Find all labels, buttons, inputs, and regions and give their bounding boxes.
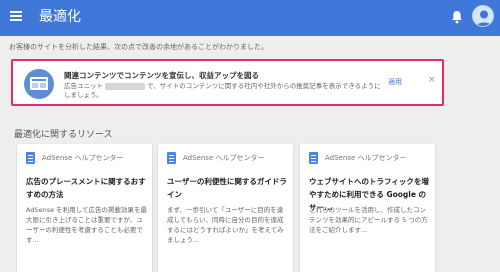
avatar-icon[interactable] [472,5,494,27]
opportunity-desc-before: 広告ユニット [64,82,103,90]
document-icon [309,152,318,164]
blurred-ad-unit-name [105,82,145,90]
resource-card[interactable]: AdSense ヘルプセンター ウェブサイトへのトラフィックを増やすために利用で… [300,144,435,272]
bell-icon[interactable] [451,10,463,24]
opportunity-card: 関連コンテンツでコンテンツを宣伝し、収益アップを図る 広告ユニット で、サイトのコ… [11,59,444,106]
card-title[interactable]: 広告のプレースメントに関するおすすめの方法 [26,175,148,201]
card-source: AdSense ヘルプセンター [325,154,407,162]
opportunity-title: 関連コンテンツでコンテンツを宣伝し、収益アップを図る [64,71,259,80]
opportunity-description: 広告ユニット で、サイトのコンテンツに関する社内や社外からの推奨記事を表示できるよ… [64,82,386,100]
card-description: まず、一歩引いて「ユーザーに目的を達成してもらい、同時に自分の目的を達成するには… [167,206,284,244]
resource-card[interactable]: AdSense ヘルプセンター ユーザーの利便性に関するガイドライン まず、一歩… [158,144,293,272]
card-source: AdSense ヘルプセンター [183,154,265,162]
resource-card[interactable]: AdSense ヘルプセンター 広告のプレースメントに関するおすすめの方法 Ad… [17,144,152,272]
resources-section-title: 最適化に関するリソース [14,130,113,140]
intro-text: お客様のサイトを分析した結果、次の点で改善の余地があることがわかりました。 [9,43,268,51]
page-title: 最適化 [39,9,81,25]
card-title[interactable]: ユーザーの利便性に関するガイドライン [167,175,289,201]
menu-icon[interactable] [10,11,22,23]
card-source: AdSense ヘルプセンター [42,154,124,162]
card-description: これらのツールを活用し、作成したコンテンツを効果的にアピールする 5 つの方法を… [309,206,428,234]
app-bar: 最適化 [0,0,500,36]
card-description: AdSense を利用して広告の掲載効果を最大限に引き上げることは重要ですが、ユ… [26,206,147,244]
document-icon [167,152,176,164]
related-content-icon [24,69,54,99]
close-icon[interactable]: × [428,75,436,85]
document-icon [26,152,35,164]
apply-button[interactable]: 適用 [388,77,402,87]
